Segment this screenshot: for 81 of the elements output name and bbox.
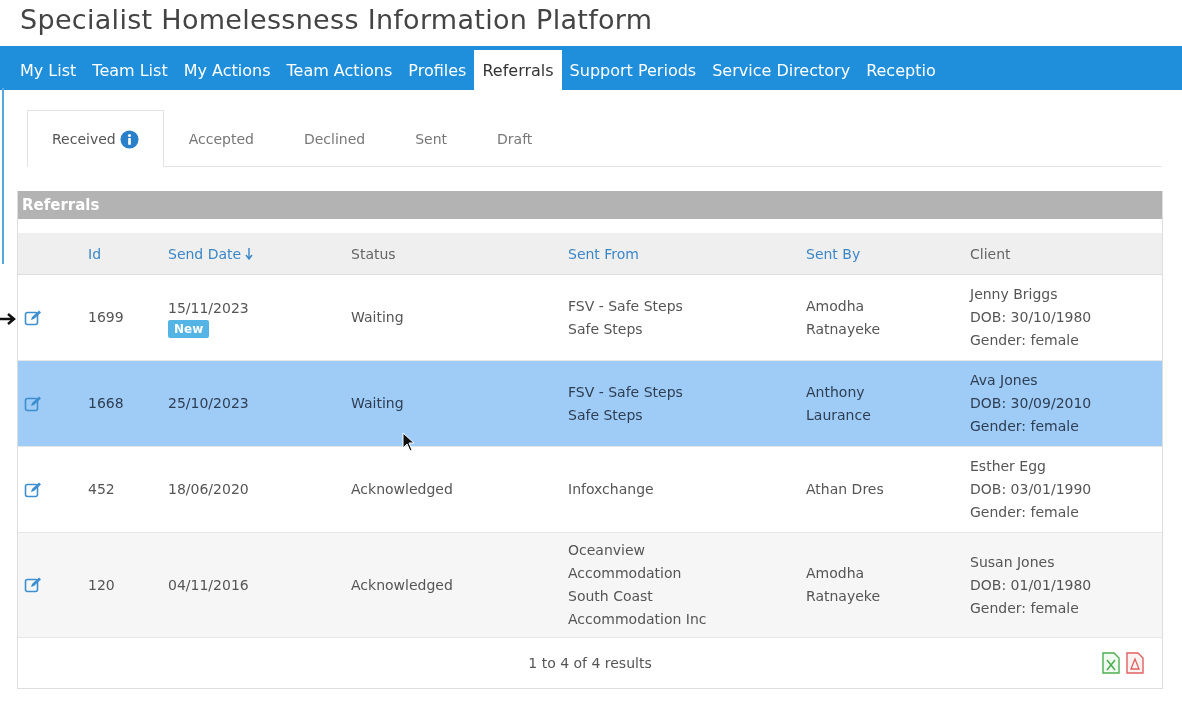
table-cell-text: Waiting (351, 394, 405, 413)
table-cell-text: Waiting (351, 308, 405, 327)
tab[interactable]: Received (27, 110, 164, 167)
table-cell-text: Esther Egg (970, 457, 1047, 476)
tab[interactable]: Declined (278, 110, 391, 166)
table-cell-text: Amodha (806, 564, 866, 583)
table-cell-text: 15/11/2023 (168, 299, 250, 318)
table-cell-text: Acknowledged (351, 480, 454, 499)
new-badge: New (168, 320, 210, 338)
cursor-icon (402, 432, 416, 452)
nav-tab[interactable]: Profiles (400, 50, 475, 90)
tab-label: Declined (303, 130, 366, 147)
table-cell-text: 1668 (88, 394, 125, 413)
pdf-export-icon[interactable] (1126, 652, 1144, 674)
edit-icon[interactable] (24, 576, 42, 594)
table-cell-text: DOB: 30/09/2010 (970, 394, 1093, 413)
table-cell-text: 452 (88, 480, 116, 499)
table-cell-text: Safe Steps (568, 319, 644, 339)
nav-tab[interactable]: My List (12, 50, 85, 90)
table-cell-text: DOB: 01/01/1980 (970, 575, 1093, 595)
spreadsheet-export-icon[interactable] (1102, 652, 1120, 674)
tab-label: Accepted (188, 130, 254, 147)
table-cell-text: Laurance (806, 405, 872, 425)
table-cell-text: Safe Steps (568, 405, 644, 425)
column-header[interactable]: Id (88, 245, 101, 262)
nav-tab[interactable]: Team Actions (278, 50, 401, 90)
column-header[interactable]: Sent From (568, 245, 639, 262)
table-cell-text: Gender: female (970, 503, 1080, 522)
tab-label: Sent (415, 130, 448, 147)
table-cell-text: 18/06/2020 (168, 480, 250, 499)
table-cell-text: FSV - Safe Steps (568, 296, 684, 316)
app-title: Specialist Homelessness Information Platform (19, 3, 654, 37)
table-cell-text: Athan Dres (806, 480, 885, 499)
table-cell-text: Gender: female (970, 331, 1080, 350)
edit-icon[interactable] (24, 308, 42, 327)
panel-header: Referrals (18, 191, 1162, 219)
nav-tab[interactable]: Receptio (858, 50, 944, 90)
table-cell-text: Ratnayeke (806, 319, 882, 339)
nav-tab[interactable]: Referrals (474, 50, 562, 90)
tab[interactable]: Sent (390, 110, 473, 166)
table-cell-text: FSV - Safe Steps (568, 382, 684, 402)
table-cell-text: Jenny Briggs (970, 285, 1059, 304)
table-row[interactable]: 1668 25/10/2023 Waiting FSV - Safe Steps Safe Steps Anthony Laurance Ava Jones DOB: 30/09/2010 Gender: female (18, 361, 1162, 447)
tab[interactable]: Draft (472, 110, 558, 166)
table-cell-text: Susan Jones (970, 552, 1056, 572)
column-header: Client (970, 245, 1011, 262)
table-cell-text: 25/10/2023 (168, 394, 250, 413)
table-cell-text: Accommodation Inc (568, 610, 708, 629)
table-cell-text: 04/11/2016 (168, 575, 250, 595)
table-row[interactable]: 120 04/11/2016 Acknowledged Oceanview Accommodation South Coast Accommodation Inc Amodha Ratnayeke Susan Jones DOB: 01/01/1980 Gender: female (18, 533, 1162, 638)
table-cell-text: Infoxchange (568, 480, 655, 499)
table-cell-text: South Coast (568, 587, 654, 606)
tab-label: Draft (497, 130, 533, 147)
nav-tab[interactable]: My Actions (175, 50, 279, 90)
table-cell-text: DOB: 30/10/1980 (970, 308, 1093, 327)
sort-down-icon[interactable] (245, 247, 254, 260)
column-header: Status (351, 245, 396, 262)
table-cell-text: Gender: female (970, 417, 1080, 436)
nav-tab[interactable]: Team List (84, 50, 176, 90)
table-cell-text: 1699 (88, 308, 125, 327)
column-header[interactable]: Send Date (168, 245, 242, 262)
table-cell-text: Oceanview (568, 541, 647, 560)
table-cell-text: Anthony (806, 382, 866, 402)
results-count: 1 to 4 of 4 results (528, 655, 652, 671)
table-cell-text: Gender: female (970, 598, 1080, 618)
table-cell-text: Ratnayeke (806, 587, 882, 606)
column-header[interactable]: Sent By (806, 245, 861, 262)
nav-tab[interactable]: Service Directory (704, 50, 859, 90)
info-icon[interactable] (119, 129, 139, 149)
pointer-arrow-icon (0, 312, 16, 326)
edit-icon[interactable] (24, 394, 42, 413)
table-cell-text: Ava Jones (970, 371, 1039, 390)
table-cell-text: Accommodation (568, 564, 683, 583)
edit-icon[interactable] (24, 480, 42, 499)
table-cell-text: DOB: 03/01/1990 (970, 480, 1093, 499)
tab-label: Received (52, 131, 116, 147)
nav-tab[interactable]: Support Periods (561, 50, 705, 90)
table-cell-text: Amodha (806, 296, 866, 316)
tab[interactable]: Accepted (163, 110, 279, 166)
table-cell-text: Acknowledged (351, 575, 454, 595)
table-cell-text: 120 (88, 575, 116, 595)
